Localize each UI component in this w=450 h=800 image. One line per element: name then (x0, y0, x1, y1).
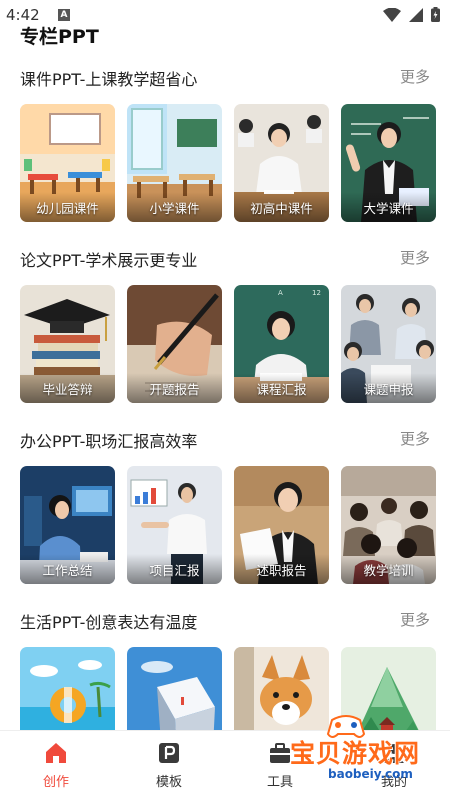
card-label: 开题报告 (149, 382, 200, 397)
section-header: 论文PPT-学术展示更专业 更多 (0, 247, 450, 271)
section-office: 办公PPT-职场汇报高效率 更多 工作总结 项目汇报 述职报告 教学培训 (0, 428, 450, 584)
svg-text:A: A (278, 289, 283, 297)
card-label: 小学课件 (149, 201, 200, 216)
category-card[interactable]: 初高中课件 (234, 104, 329, 222)
category-card[interactable]: 开题报告 (127, 285, 222, 403)
category-card[interactable]: 幼儿园课件 (20, 104, 115, 222)
status-icons (383, 7, 440, 22)
watermark-url: baobeiy.com (328, 767, 413, 781)
template-icon (159, 743, 179, 763)
section-header: 课件PPT-上课教学超省心 更多 (0, 66, 450, 90)
signal-icon (409, 7, 423, 22)
card-label: 毕业答辩 (42, 382, 93, 397)
more-link[interactable]: 更多 (400, 247, 430, 268)
section-life: 生活PPT-创意表达有温度 更多 (0, 609, 450, 765)
card-label: 工作总结 (42, 563, 93, 578)
card-label: 教学培训 (363, 563, 414, 578)
card-label: 述职报告 (256, 563, 307, 578)
card-label: 课程汇报 (256, 382, 307, 397)
section-title: 课件PPT-上课教学超省心 (20, 70, 198, 89)
watermark: 宝贝游戏网 baobeiy.com (270, 712, 450, 782)
card-label: 课题申报 (363, 382, 414, 397)
section-title: 论文PPT-学术展示更专业 (20, 251, 198, 270)
category-card[interactable]: 小学课件 (127, 104, 222, 222)
category-card[interactable]: A 12 课程汇报 (234, 285, 329, 403)
nav-item-create[interactable]: 创作 (26, 741, 86, 790)
card-row: 毕业答辩 开题报告 A 12 课程汇报 课题申报 (20, 285, 450, 403)
section-thesis: 论文PPT-学术展示更专业 更多 毕业答辩 开题报告 A 12 课程汇报 课题申… (0, 247, 450, 403)
card-label: 项目汇报 (149, 563, 200, 578)
card-label: 幼儿园课件 (36, 201, 99, 216)
card-label: 初高中课件 (250, 201, 313, 216)
more-link[interactable]: 更多 (400, 66, 430, 87)
card-row: 工作总结 项目汇报 述职报告 教学培训 (20, 466, 450, 584)
category-card[interactable]: 大学课件 (341, 104, 436, 222)
section-header: 办公PPT-职场汇报高效率 更多 (0, 428, 450, 452)
section-courseware: 课件PPT-上课教学超省心 更多 幼儿园课件 小学课件 初高中课件 大学课件 (0, 66, 450, 222)
page-title: 专栏PPT (20, 26, 99, 48)
card-row: 幼儿园课件 小学课件 初高中课件 大学课件 (20, 104, 450, 222)
battery-icon (431, 7, 440, 22)
category-card[interactable]: 项目汇报 (127, 466, 222, 584)
watermark-text: 宝贝游戏网 (290, 739, 421, 768)
more-link[interactable]: 更多 (400, 609, 430, 630)
category-card[interactable]: 毕业答辩 (20, 285, 115, 403)
home-icon (46, 743, 66, 763)
section-title: 生活PPT-创意表达有温度 (20, 613, 198, 632)
category-card[interactable]: 工作总结 (20, 466, 115, 584)
nav-item-templates[interactable]: 模板 (139, 741, 199, 790)
category-card[interactable]: 述职报告 (234, 466, 329, 584)
section-header: 生活PPT-创意表达有温度 更多 (0, 609, 450, 633)
nav-label: 模板 (155, 775, 182, 790)
notification-a-icon: A (58, 9, 70, 21)
svg-text:12: 12 (312, 289, 321, 297)
more-link[interactable]: 更多 (400, 428, 430, 449)
card-label: 大学课件 (363, 201, 414, 216)
category-card[interactable]: 课题申报 (341, 285, 436, 403)
category-card[interactable]: 教学培训 (341, 466, 436, 584)
nav-label: 创作 (42, 775, 69, 790)
section-title: 办公PPT-职场汇报高效率 (20, 432, 198, 451)
wifi-icon (383, 7, 401, 22)
